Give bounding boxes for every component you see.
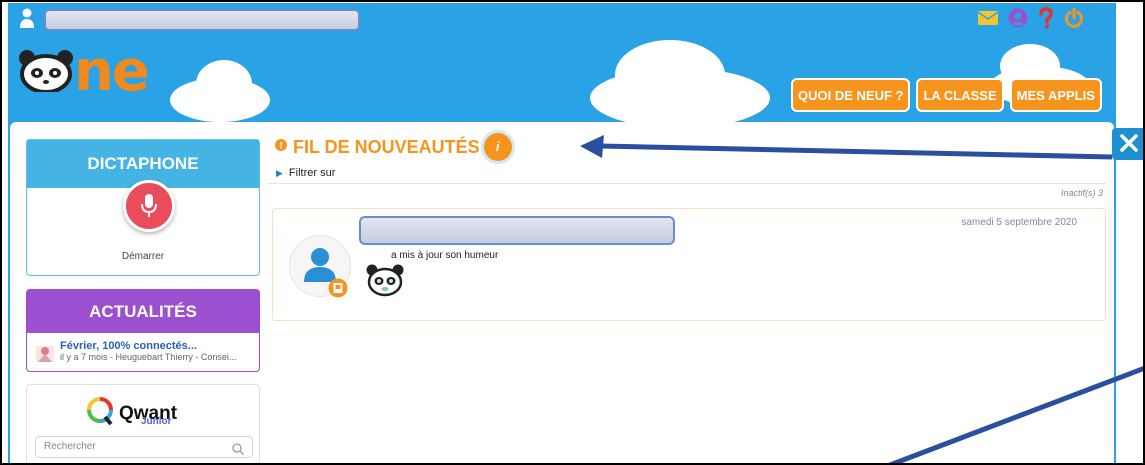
screenshot-frame [0,0,1145,465]
